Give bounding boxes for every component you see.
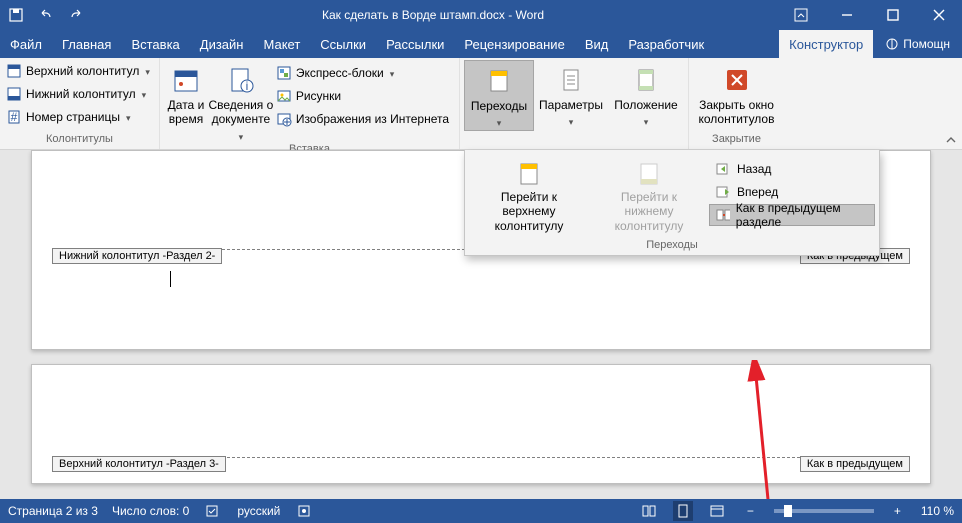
goto-label: Переходы xyxy=(471,99,527,113)
undo-icon[interactable] xyxy=(34,3,58,27)
options-button[interactable]: Параметры xyxy=(534,60,608,129)
link-previous-label: Как в предыдущем разделе xyxy=(736,201,868,229)
status-words[interactable]: Число слов: 0 xyxy=(112,504,189,518)
goto-dropdown: Перейти к верхнему колонтитулу Перейти к… xyxy=(464,150,880,256)
goto-header-button[interactable]: Перейти к верхнему колонтитулу xyxy=(469,156,589,237)
options-icon xyxy=(555,64,587,96)
tab-file[interactable]: Файл xyxy=(0,30,52,58)
goto-header-label: Перейти к верхнему колонтитулу xyxy=(475,190,583,233)
tab-home[interactable]: Главная xyxy=(52,30,121,58)
online-picture-icon xyxy=(276,111,292,127)
picture-icon xyxy=(276,88,292,104)
group-label-headers: Колонтитулы xyxy=(4,133,155,149)
tab-developer[interactable]: Разработчик xyxy=(618,30,714,58)
docinfo-button[interactable]: i Сведения о документе xyxy=(208,60,274,143)
position-label: Положение xyxy=(614,98,677,112)
tell-me[interactable]: Помощн xyxy=(873,30,962,58)
tab-designer[interactable]: Конструктор xyxy=(779,30,873,58)
svg-text:i: i xyxy=(246,79,249,93)
tab-references[interactable]: Ссылки xyxy=(310,30,376,58)
tab-mailings[interactable]: Рассылки xyxy=(376,30,454,58)
text-cursor xyxy=(170,271,171,287)
position-icon xyxy=(630,64,662,96)
macro-icon[interactable] xyxy=(294,501,314,521)
link-previous-button[interactable]: Как в предыдущем разделе xyxy=(709,204,875,226)
docinfo-icon: i xyxy=(225,64,257,96)
redo-icon[interactable] xyxy=(64,3,88,27)
close-hf-label: Закрыть окно колонтитулов xyxy=(693,98,780,127)
dropdown-group-label: Переходы xyxy=(465,239,879,255)
quickparts-label: Экспресс-блоки xyxy=(296,66,384,80)
datetime-label: Дата и время xyxy=(164,98,208,127)
zoom-out-button[interactable]: − xyxy=(741,504,760,518)
maximize-button[interactable] xyxy=(870,0,916,30)
header-label: Верхний колонтитул xyxy=(26,64,139,78)
view-print-icon[interactable] xyxy=(673,501,693,521)
help-label: Помощн xyxy=(903,37,950,51)
page-number-icon: # xyxy=(6,109,22,125)
view-read-icon[interactable] xyxy=(639,501,659,521)
header-section-tag: Верхний колонтитул -Раздел 3- xyxy=(52,456,226,472)
minimize-button[interactable] xyxy=(824,0,870,30)
datetime-button[interactable]: Дата и время xyxy=(164,60,208,127)
header-button[interactable]: Верхний колонтитул xyxy=(4,60,156,82)
tab-design[interactable]: Дизайн xyxy=(190,30,254,58)
same-as-previous-tag-2: Как в предыдущем xyxy=(800,456,910,472)
close-hf-icon xyxy=(721,64,753,96)
online-pictures-label: Изображения из Интернета xyxy=(296,112,449,126)
pictures-button[interactable]: Рисунки xyxy=(274,85,455,107)
position-button[interactable]: Положение xyxy=(608,60,684,129)
nav-back-label: Назад xyxy=(737,162,771,176)
goto-footer-label: Перейти к нижнему колонтитулу xyxy=(595,190,703,233)
docinfo-label: Сведения о документе xyxy=(208,98,274,127)
ribbon-options-icon[interactable] xyxy=(778,0,824,30)
tab-insert[interactable]: Вставка xyxy=(121,30,189,58)
save-icon[interactable] xyxy=(4,3,28,27)
zoom-level[interactable]: 110 % xyxy=(921,504,954,518)
pictures-label: Рисунки xyxy=(296,89,341,103)
view-web-icon[interactable] xyxy=(707,501,727,521)
nav-forward-button[interactable]: Вперед xyxy=(709,181,875,203)
footer-section-tag: Нижний колонтитул -Раздел 2- xyxy=(52,248,222,264)
zoom-slider[interactable] xyxy=(774,509,874,513)
goto-button[interactable]: Переходы xyxy=(464,60,534,131)
collapse-ribbon-icon[interactable] xyxy=(944,133,958,147)
goto-icon xyxy=(483,65,515,97)
nav-back-button[interactable]: Назад xyxy=(709,158,875,180)
header-icon xyxy=(6,63,22,79)
svg-text:#: # xyxy=(11,110,18,124)
goto-footer-button: Перейти к нижнему колонтитулу xyxy=(589,156,709,237)
status-language[interactable]: русский xyxy=(237,504,280,518)
tab-review[interactable]: Рецензирование xyxy=(454,30,574,58)
footer-label: Нижний колонтитул xyxy=(26,87,136,101)
quickparts-button[interactable]: Экспресс-блоки xyxy=(274,62,455,84)
tab-view[interactable]: Вид xyxy=(575,30,619,58)
tab-layout[interactable]: Макет xyxy=(253,30,310,58)
status-page[interactable]: Страница 2 из 3 xyxy=(8,504,98,518)
footer-button[interactable]: Нижний колонтитул xyxy=(4,83,156,105)
page-number-label: Номер страницы xyxy=(26,110,120,124)
zoom-in-button[interactable]: + xyxy=(888,504,907,518)
options-label: Параметры xyxy=(539,98,603,112)
window-title: Как сделать в Ворде штамп.docx - Word xyxy=(88,8,778,22)
calendar-icon xyxy=(170,64,202,96)
page-3[interactable]: Верхний колонтитул -Раздел 3- Как в пред… xyxy=(31,364,931,484)
spellcheck-icon[interactable] xyxy=(203,501,223,521)
close-hf-button[interactable]: Закрыть окно колонтитулов xyxy=(693,60,780,127)
close-button[interactable] xyxy=(916,0,962,30)
quickparts-icon xyxy=(276,65,292,81)
page-number-button[interactable]: # Номер страницы xyxy=(4,106,156,128)
footer-icon xyxy=(6,86,22,102)
nav-forward-label: Вперед xyxy=(737,185,778,199)
group-label-close: Закрытие xyxy=(693,133,780,149)
online-pictures-button[interactable]: Изображения из Интернета xyxy=(274,108,455,130)
